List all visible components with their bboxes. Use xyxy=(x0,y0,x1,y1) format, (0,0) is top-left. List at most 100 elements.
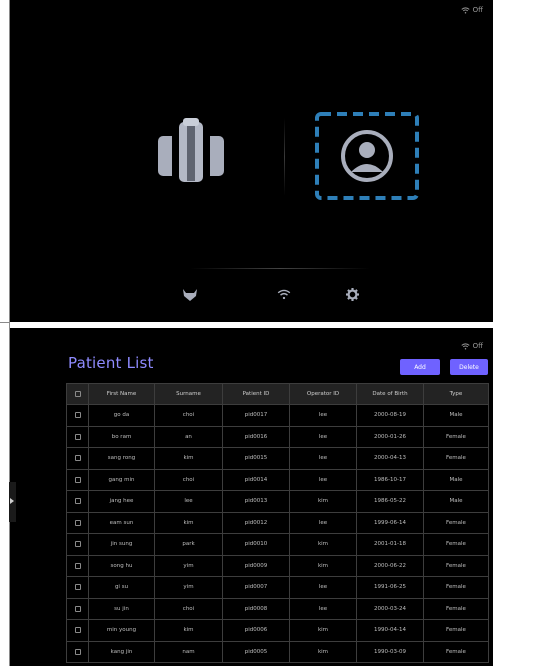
home-screen: Off xyxy=(10,0,493,322)
row-checkbox-cell[interactable] xyxy=(66,490,89,513)
bottom-divider xyxy=(190,268,370,269)
select-all-checkbox[interactable] xyxy=(74,390,81,397)
table-row[interactable]: sang rong kim pid0015 lee 2000-04-13 Female xyxy=(66,447,489,470)
table-cell: Female xyxy=(423,533,489,556)
wifi-icon[interactable] xyxy=(277,289,291,300)
row-checkbox[interactable] xyxy=(74,605,81,612)
table-row[interactable]: min young kim pid0006 kim 1990-04-14 Female xyxy=(66,619,489,642)
table-cell: kang jin xyxy=(88,640,155,663)
row-checkbox-cell[interactable] xyxy=(66,533,89,556)
column-header[interactable]: Type xyxy=(423,383,489,405)
table-cell: choi xyxy=(154,597,223,620)
table-cell: kim xyxy=(289,490,357,513)
table-cell: kim xyxy=(289,533,357,556)
column-header[interactable]: Operator ID xyxy=(289,383,357,405)
table-cell: pid0010 xyxy=(222,533,290,556)
table-row[interactable]: jin sung park pid0010 kim 2001-01-18 Female xyxy=(66,533,489,556)
user-avatar-icon[interactable] xyxy=(315,112,419,200)
table-cell: gi su xyxy=(88,576,155,599)
table-cell: jang hee xyxy=(88,490,155,513)
delete-button[interactable]: Delete xyxy=(450,359,488,375)
table-cell: song hu xyxy=(88,554,155,577)
column-header[interactable]: First Name xyxy=(88,383,155,405)
table-cell: an xyxy=(154,425,223,448)
row-checkbox-cell[interactable] xyxy=(66,554,89,577)
row-checkbox-cell[interactable] xyxy=(66,511,89,534)
table-cell: Female xyxy=(423,576,489,599)
row-checkbox-cell[interactable] xyxy=(66,468,89,491)
table-row[interactable]: gang min choi pid0014 lee 1986-10-17 Male xyxy=(66,468,489,491)
table-cell: pid0016 xyxy=(222,425,290,448)
table-row[interactable]: su jin choi pid0008 lee 2000-03-24 Female xyxy=(66,597,489,620)
table-row[interactable]: gi su yim pid0007 lee 1991-06-25 Female xyxy=(66,576,489,599)
table-row[interactable]: kang jin nam pid0005 kim 1990-03-09 Female xyxy=(66,640,489,663)
table-cell: bo ram xyxy=(88,425,155,448)
table-cell: pid0015 xyxy=(222,447,290,470)
row-checkbox-cell[interactable] xyxy=(66,404,89,427)
row-checkbox[interactable] xyxy=(74,541,81,547)
select-all-cell[interactable] xyxy=(66,383,89,405)
preset-icon[interactable] xyxy=(182,288,198,302)
table-cell: 2000-04-13 xyxy=(356,447,424,470)
patient-list-screen: Off Patient List Add Delete First Name S… xyxy=(10,328,493,666)
table-cell: 2000-06-22 xyxy=(356,554,424,577)
side-drawer-handle[interactable] xyxy=(9,482,16,522)
table-cell: Female xyxy=(423,511,489,534)
table-cell: nam xyxy=(154,640,223,663)
column-header[interactable]: Surname xyxy=(154,383,223,405)
table-row[interactable]: bo ram an pid0016 lee 2000-01-26 Female xyxy=(66,425,489,448)
table-cell: kim xyxy=(154,447,223,470)
table-cell: Female xyxy=(423,619,489,642)
row-checkbox[interactable] xyxy=(74,433,81,440)
table-cell: 2000-01-26 xyxy=(356,425,424,448)
table-cell: 1990-03-09 xyxy=(356,640,424,663)
wifi-icon xyxy=(461,342,470,349)
table-cell: Male xyxy=(423,468,489,491)
table-row[interactable]: eam sun kim pid0012 lee 1999-06-14 Female xyxy=(66,511,489,534)
table-cell: lee xyxy=(289,511,357,534)
row-checkbox-cell[interactable] xyxy=(66,447,89,470)
table-cell: yim xyxy=(154,576,223,599)
row-checkbox-cell[interactable] xyxy=(66,597,89,620)
table-cell: 1990-04-14 xyxy=(356,619,424,642)
row-checkbox[interactable] xyxy=(74,455,81,461)
row-checkbox-cell[interactable] xyxy=(66,576,89,599)
row-checkbox[interactable] xyxy=(74,648,81,655)
table-cell: 1991-06-25 xyxy=(356,576,424,599)
row-checkbox[interactable] xyxy=(74,627,81,633)
row-checkbox[interactable] xyxy=(74,412,81,418)
table-cell: kim xyxy=(289,640,357,663)
table-cell: Female xyxy=(423,640,489,663)
table-cell: pid0017 xyxy=(222,404,290,427)
table-cell: kim xyxy=(289,619,357,642)
row-checkbox[interactable] xyxy=(74,584,81,590)
gear-icon[interactable] xyxy=(346,288,359,301)
row-checkbox[interactable] xyxy=(74,562,81,569)
page-title: Patient List xyxy=(68,354,154,372)
table-cell: su jin xyxy=(88,597,155,620)
table-cell: 2000-08-19 xyxy=(356,404,424,427)
patient-table: First Name Surname Patient ID Operator I… xyxy=(66,383,489,663)
column-header[interactable]: Patient ID xyxy=(222,383,290,405)
column-header[interactable]: Date of Birth xyxy=(356,383,424,405)
table-cell: kim xyxy=(289,554,357,577)
add-button[interactable]: Add xyxy=(400,359,440,375)
table-cell: pid0005 xyxy=(222,640,290,663)
table-cell: pid0008 xyxy=(222,597,290,620)
row-checkbox-cell[interactable] xyxy=(66,619,89,642)
table-cell: eam sun xyxy=(88,511,155,534)
wifi-icon xyxy=(461,6,470,13)
table-row[interactable]: go da choi pid0017 lee 2000-08-19 Male xyxy=(66,404,489,427)
row-checkbox[interactable] xyxy=(74,519,81,526)
row-checkbox-cell[interactable] xyxy=(66,425,89,448)
table-row[interactable]: jang hee lee pid0013 kim 1986-05-22 Male xyxy=(66,490,489,513)
row-checkbox[interactable] xyxy=(74,498,81,504)
table-cell: lee xyxy=(154,490,223,513)
wifi-status-label: Off xyxy=(472,342,483,350)
row-checkbox[interactable] xyxy=(74,476,81,483)
probe-icon[interactable] xyxy=(154,116,228,188)
table-row[interactable]: song hu yim pid0009 kim 2000-06-22 Female xyxy=(66,554,489,577)
chevron-right-icon xyxy=(10,498,14,504)
row-checkbox-cell[interactable] xyxy=(66,640,89,663)
table-cell: Female xyxy=(423,447,489,470)
